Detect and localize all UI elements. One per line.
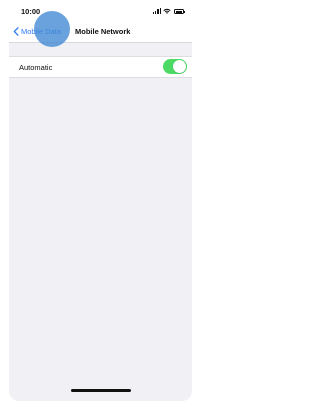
- settings-row-automatic: Automatic: [9, 56, 192, 78]
- wifi-icon: [163, 8, 171, 14]
- battery-icon: [174, 9, 186, 14]
- status-bar: 10:00: [9, 0, 192, 20]
- phone-screen: 10:00 Mobile Data Mobile Network: [9, 0, 192, 401]
- automatic-label: Automatic: [19, 63, 53, 72]
- home-indicator[interactable]: [71, 389, 131, 392]
- touch-indicator: [34, 11, 70, 47]
- status-icons: [152, 8, 186, 14]
- automatic-toggle[interactable]: [163, 59, 187, 74]
- toggle-knob: [173, 60, 186, 73]
- chevron-left-icon: [13, 26, 19, 36]
- signal-icon: [152, 8, 161, 14]
- status-time: 10:00: [21, 7, 41, 16]
- page-title: Mobile Network: [75, 27, 131, 36]
